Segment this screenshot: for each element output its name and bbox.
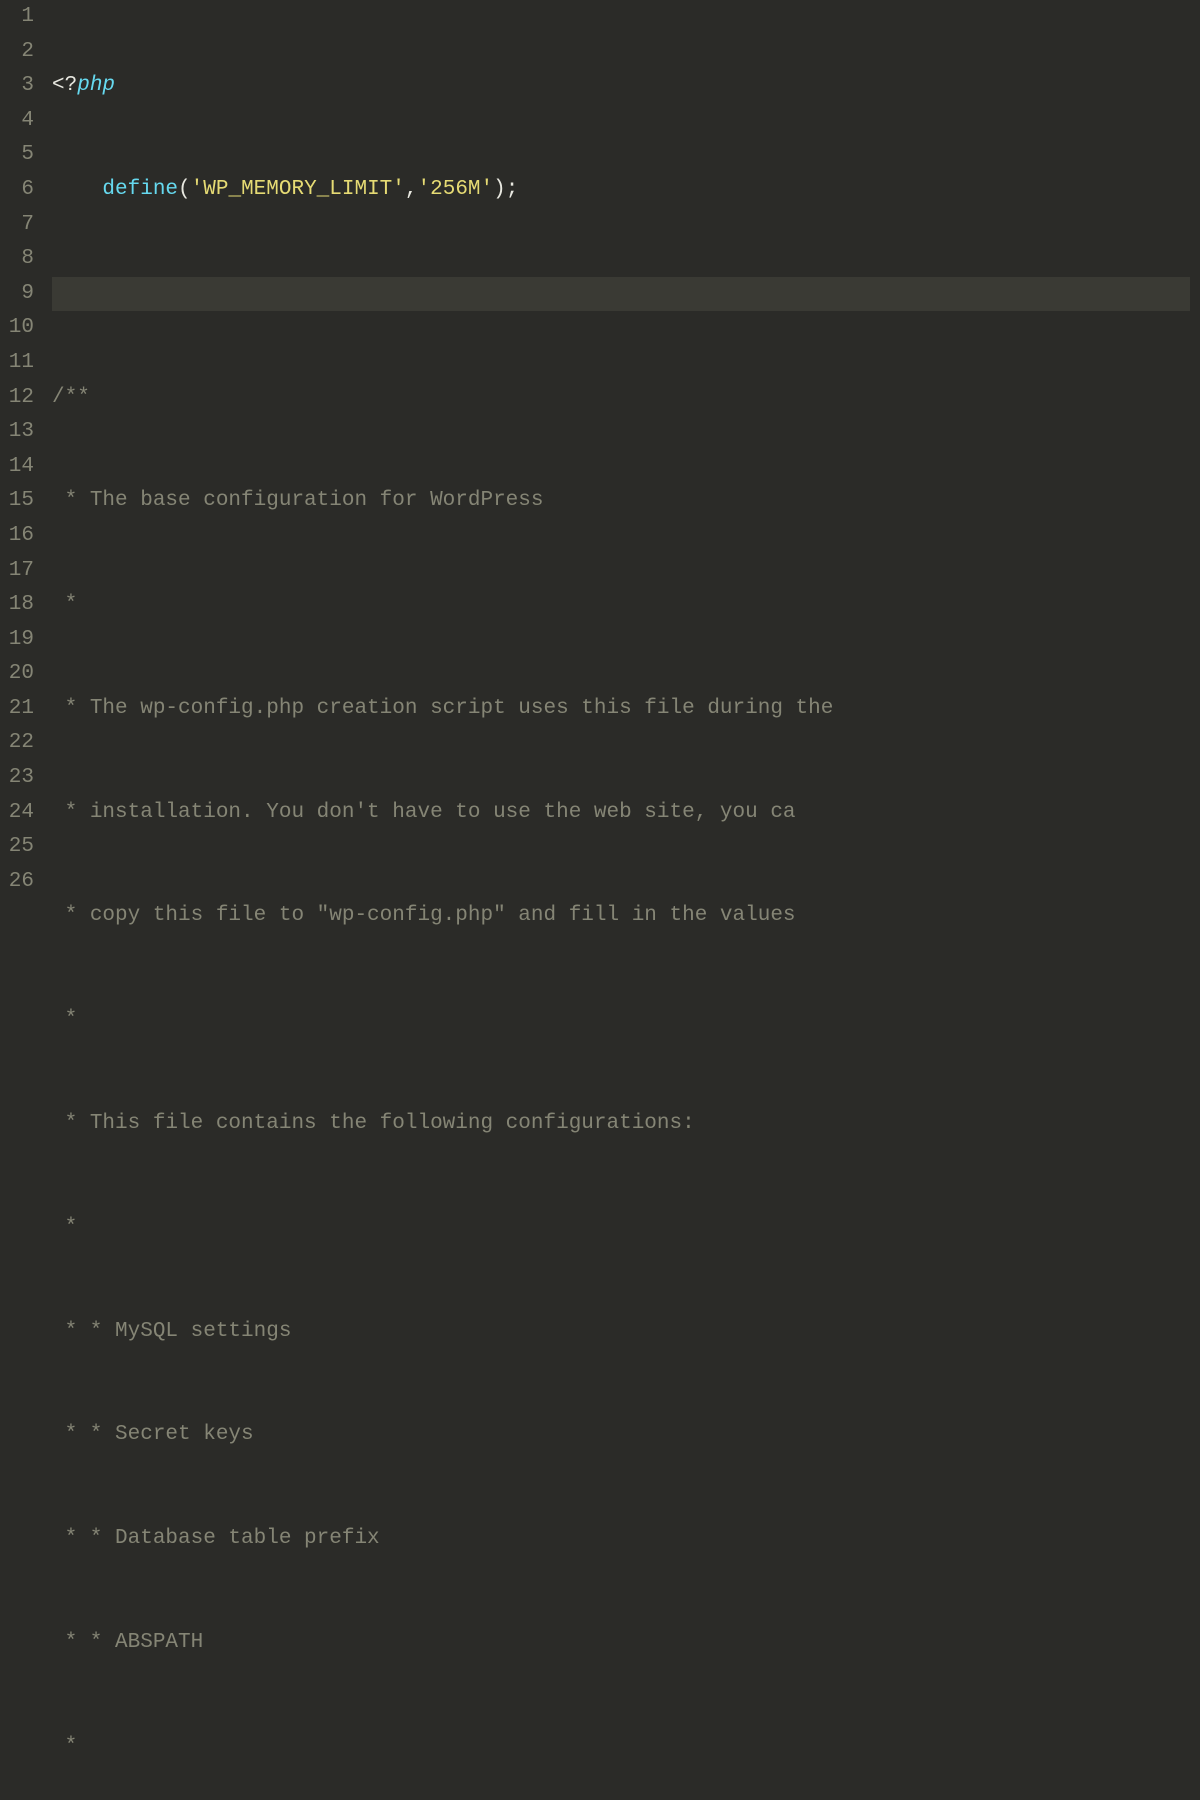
code-line: * copy this file to "wp-config.php" and … xyxy=(52,899,1190,934)
code-line: * xyxy=(52,588,1190,623)
line-number: 1 xyxy=(8,0,34,35)
code-content[interactable]: <?php define('WP_MEMORY_LIMIT','256M'); … xyxy=(52,0,1200,900)
line-number: 5 xyxy=(8,138,34,173)
code-line: <?php xyxy=(52,69,1190,104)
code-line: * The base configuration for WordPress xyxy=(52,484,1190,519)
line-number: 3 xyxy=(8,69,34,104)
line-number: 14 xyxy=(8,450,34,485)
code-line: * * MySQL settings xyxy=(52,1315,1190,1350)
line-number: 22 xyxy=(8,726,34,761)
line-number: 9 xyxy=(8,277,34,312)
line-number: 25 xyxy=(8,830,34,865)
line-number: 24 xyxy=(8,796,34,831)
line-number: 8 xyxy=(8,242,34,277)
line-number: 21 xyxy=(8,692,34,727)
code-line: * installation. You don't have to use th… xyxy=(52,796,1190,831)
code-line: * xyxy=(52,1730,1190,1765)
code-line: * * ABSPATH xyxy=(52,1626,1190,1661)
code-line: * This file contains the following confi… xyxy=(52,1107,1190,1142)
line-number: 15 xyxy=(8,484,34,519)
code-line: /** xyxy=(52,381,1190,416)
line-number: 17 xyxy=(8,554,34,589)
line-number: 23 xyxy=(8,761,34,796)
code-line: * * Secret keys xyxy=(52,1418,1190,1453)
code-line: * xyxy=(52,1003,1190,1038)
line-number: 18 xyxy=(8,588,34,623)
line-number: 12 xyxy=(8,381,34,416)
line-number: 7 xyxy=(8,208,34,243)
line-number: 10 xyxy=(8,311,34,346)
line-number: 11 xyxy=(8,346,34,381)
code-editor: 1234567891011121314151617181920212223242… xyxy=(0,0,1200,900)
line-number: 13 xyxy=(8,415,34,450)
line-number: 20 xyxy=(8,657,34,692)
line-number: 19 xyxy=(8,623,34,658)
code-line: define('WP_MEMORY_LIMIT','256M'); xyxy=(52,173,1190,208)
line-number: 26 xyxy=(8,865,34,900)
code-line: * xyxy=(52,1211,1190,1246)
line-number-gutter: 1234567891011121314151617181920212223242… xyxy=(0,0,52,900)
code-line: * The wp-config.php creation script uses… xyxy=(52,692,1190,727)
line-number: 16 xyxy=(8,519,34,554)
line-number: 6 xyxy=(8,173,34,208)
line-number: 4 xyxy=(8,104,34,139)
code-line-current xyxy=(52,277,1190,312)
line-number: 2 xyxy=(8,35,34,70)
code-line: * * Database table prefix xyxy=(52,1522,1190,1557)
